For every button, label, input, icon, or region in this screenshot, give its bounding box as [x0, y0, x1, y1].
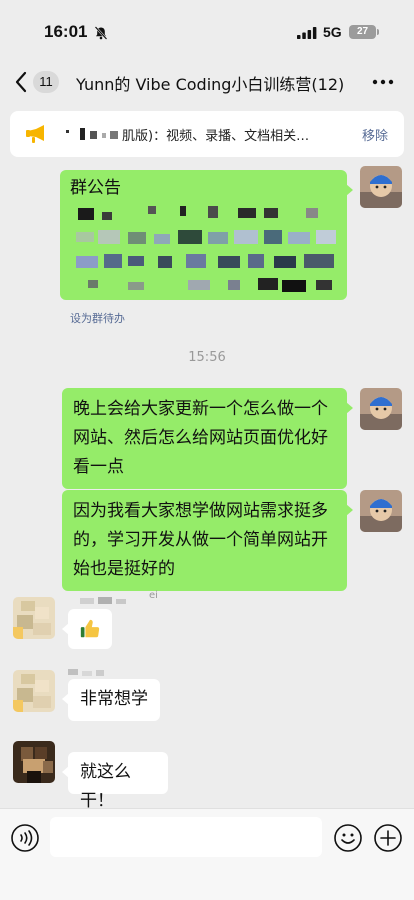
megaphone-icon: [26, 125, 44, 143]
battery-indicator: 27: [349, 25, 379, 39]
avatar-self[interactable]: [360, 166, 402, 208]
avatar-member-image: [13, 741, 55, 783]
bell-slash-icon: [94, 26, 108, 40]
announcement-title: 群公告: [70, 178, 121, 198]
back-chevron-icon[interactable]: [14, 71, 28, 93]
avatar-member[interactable]: [13, 597, 55, 639]
notice-remove-button[interactable]: 移除: [362, 125, 388, 144]
emoji-icon[interactable]: [333, 823, 363, 853]
signal-icon: [297, 27, 317, 39]
message-timestamp: 15:56: [188, 350, 226, 365]
avatar-self-image: [360, 166, 402, 208]
avatar-member[interactable]: [13, 670, 55, 712]
message-bubble-in[interactable]: 非常想学: [62, 679, 160, 721]
message-text: 就这么干！: [80, 762, 131, 811]
avatar-member-image: [13, 597, 55, 639]
avatar-self-image: [360, 388, 402, 430]
pinned-notice[interactable]: 肌版)：视频、录播、文档相关… 移除: [10, 111, 404, 157]
message-bubble-out[interactable]: 因为我看大家想学做网站需求挺多的，学习开发从做一个简单网站开始也是挺好的: [62, 490, 353, 591]
unread-count-badge[interactable]: 11: [33, 71, 59, 93]
notice-pixelated-text: [66, 128, 118, 140]
notice-text: 肌版)：视频、录播、文档相关…: [122, 129, 310, 144]
avatar-member[interactable]: [13, 741, 55, 783]
avatar-self-image: [360, 490, 402, 532]
message-text: 晚上会给大家更新一个怎么做一个网站、然后怎么给网站页面优化好看一点: [73, 399, 328, 477]
avatar-member-image: [13, 670, 55, 712]
chat-input-bar: [0, 808, 414, 900]
sender-name-pixelated: [80, 597, 126, 604]
chat-title[interactable]: Yunn的 Vibe Coding小白训练营(12): [76, 71, 344, 95]
voice-icon[interactable]: [10, 823, 40, 853]
status-bar: 16:01 5G 27: [0, 0, 414, 60]
message-bubble-in[interactable]: 就这么干！: [62, 752, 168, 811]
message-bubble-in[interactable]: [62, 609, 112, 649]
message-bubble-out[interactable]: 晚上会给大家更新一个怎么做一个网站、然后怎么给网站页面优化好看一点: [62, 388, 353, 489]
more-icon[interactable]: [372, 73, 394, 91]
announcement-pixelated-body: [76, 206, 336, 292]
set-group-todo-link[interactable]: 设为群待办: [70, 310, 125, 326]
chat-header: 11 Yunn的 Vibe Coding小白训练营(12): [0, 60, 414, 104]
message-text: 因为我看大家想学做网站需求挺多的，学习开发从做一个简单网站开始也是挺好的: [73, 501, 328, 579]
sender-name-pixelated: [68, 669, 104, 676]
message-input[interactable]: [50, 817, 322, 857]
plus-icon[interactable]: [373, 823, 403, 853]
thumbs-up-icon: [80, 619, 100, 638]
avatar-self[interactable]: [360, 490, 402, 532]
avatar-self[interactable]: [360, 388, 402, 430]
announcement-bubble[interactable]: 群公告: [60, 170, 353, 300]
network-label: 5G: [323, 24, 342, 40]
message-text: 非常想学: [80, 689, 148, 709]
sender-name-suffix: ei: [149, 590, 158, 601]
status-time: 16:01: [44, 22, 88, 41]
